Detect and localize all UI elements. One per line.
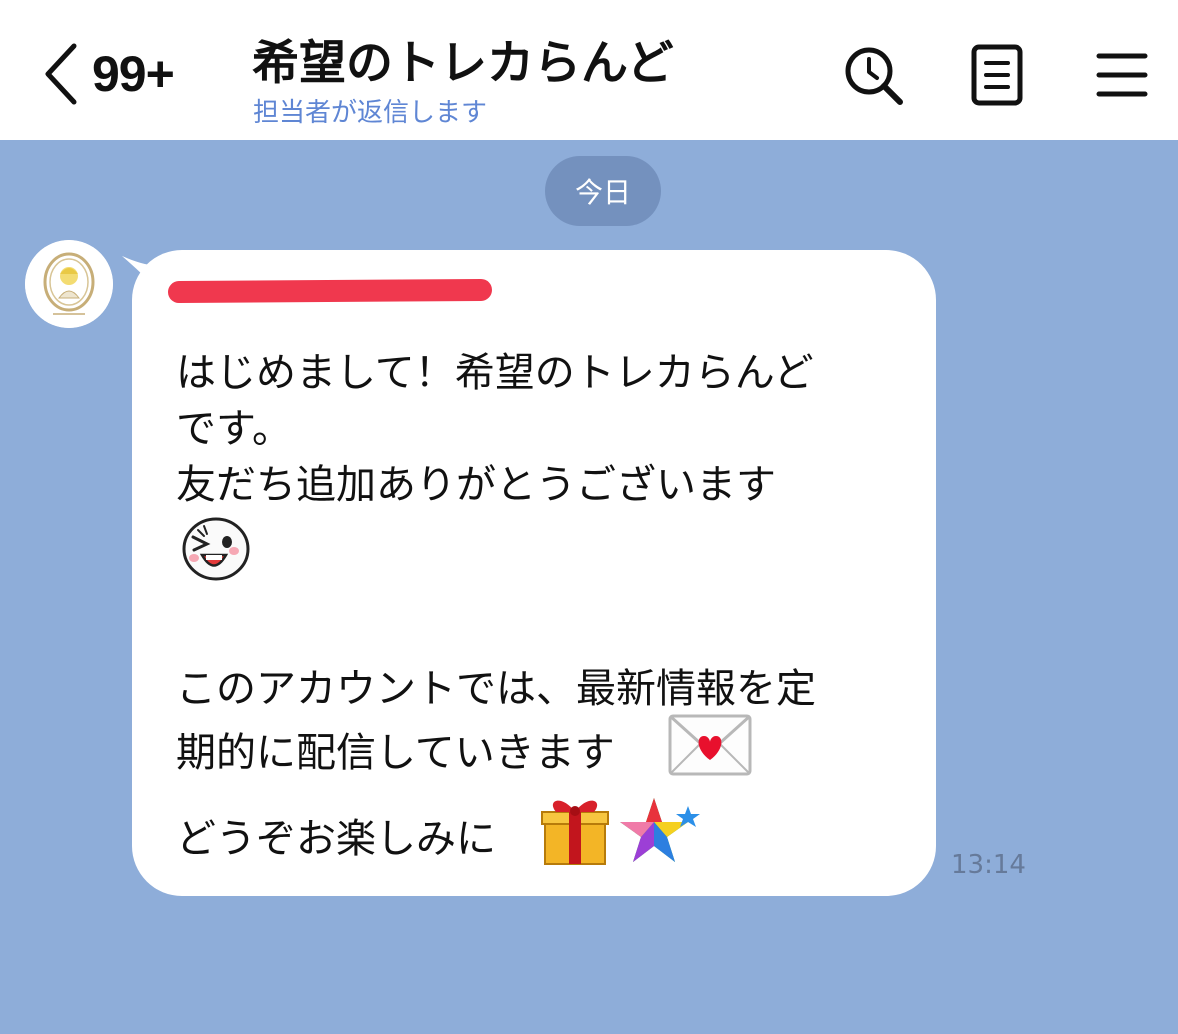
search-icon: [845, 47, 903, 105]
date-separator: 今日: [545, 156, 661, 226]
love-letter-emoji: [668, 714, 752, 776]
search-button[interactable]: [838, 40, 908, 110]
notes-icon: [971, 44, 1023, 106]
back-chevron-icon: [45, 43, 77, 105]
unread-count: 99+: [92, 46, 175, 102]
message-line: です。: [176, 406, 292, 452]
redaction-mark: [167, 278, 493, 304]
message-line: 友だち追加ありがとうございます: [176, 462, 776, 508]
back-button[interactable]: 99+: [36, 34, 175, 114]
chat-subtitle: 担当者が返信します: [253, 98, 488, 128]
sparkle-star-emoji: [618, 796, 704, 866]
chat-header: 99+ 希望のトレカらんど 担当者が返信します: [0, 0, 1178, 140]
notes-button[interactable]: [962, 40, 1032, 110]
message-line: このアカウントでは、最新情報を定: [176, 666, 816, 712]
menu-icon: [1096, 53, 1148, 97]
message-line: 期的に配信していきます: [176, 730, 615, 776]
avatar[interactable]: [25, 240, 113, 328]
chat-title[interactable]: 希望のトレカらんど: [252, 24, 674, 93]
gift-emoji: [540, 792, 610, 866]
menu-button[interactable]: [1086, 40, 1156, 110]
trading-card-shop-avatar: [25, 240, 113, 328]
message-line: どうぞお楽しみに: [176, 816, 496, 862]
message-line: はじめまして！希望のトレカらんど: [176, 350, 814, 396]
message-timestamp: 13:14: [951, 850, 1026, 880]
winking-face-emoji: [180, 514, 252, 582]
